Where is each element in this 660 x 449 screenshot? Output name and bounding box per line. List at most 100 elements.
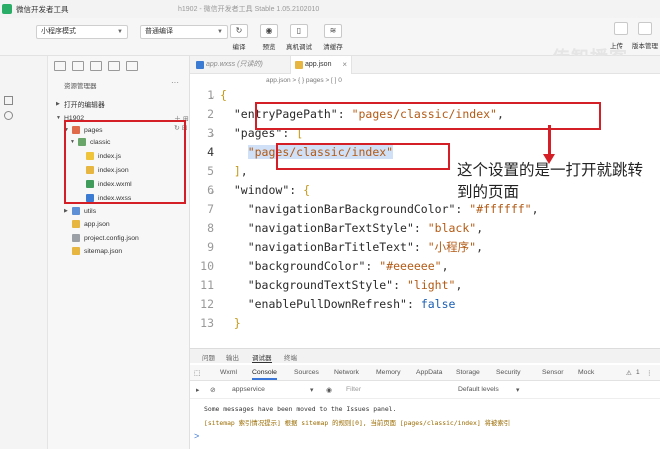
layers-icon: ≋ — [324, 24, 342, 38]
extensions-icon[interactable] — [126, 61, 138, 71]
console-message-warning: [sitemap 索引情况提示] 根据 sitemap 的规则[0], 当前页面… — [204, 419, 511, 427]
tab-sources[interactable]: Sources — [294, 369, 319, 376]
annotation-text: 这个设置的是一打开就跳转到的页面 — [457, 162, 644, 201]
chevron-down-icon: ▾ — [516, 387, 520, 394]
search-icon[interactable] — [72, 61, 84, 71]
remote-debug-label: 真机调试 — [286, 44, 312, 51]
explorer-header: 资源管理器 — [64, 83, 97, 90]
debug-panel: 问题 输出 调试器 终端 ⬚ Wxml Console Sources Netw… — [190, 348, 660, 449]
tree-item-label: app.json — [84, 220, 110, 228]
devtools-tabs: ⬚ Wxml Console Sources Network Memory Ap… — [190, 365, 660, 381]
code-line: 10 "backgroundColor": "#eeeeee", — [200, 257, 448, 276]
line-number: 12 — [200, 297, 214, 311]
levels-select[interactable]: Default levels — [458, 386, 499, 393]
upload-button[interactable]: 上传 — [610, 40, 623, 50]
sidebar-toggle-icon[interactable]: ▸ — [196, 386, 199, 394]
console-prompt[interactable]: > — [194, 431, 199, 441]
chevron-down-icon: ▼ — [217, 29, 223, 35]
code-line: 5 ], — [207, 162, 248, 181]
tab-storage[interactable]: Storage — [456, 369, 480, 376]
json-key: "backgroundColor" — [247, 259, 366, 273]
tab-terminal[interactable]: 终端 — [284, 352, 297, 362]
chevron-right-icon: ▶ — [56, 101, 60, 107]
settings-icon[interactable]: ⋮ — [646, 369, 653, 377]
explorer-icon[interactable] — [4, 96, 13, 105]
tab-mock[interactable]: Mock — [578, 369, 594, 376]
preview-button[interactable]: ◉ 预览 — [254, 24, 284, 51]
json-key: "window" — [233, 183, 290, 197]
filter-input[interactable]: Filter — [346, 386, 361, 393]
tab-wxml[interactable]: Wxml — [220, 369, 237, 376]
mode-select[interactable]: 小程序模式 ▼ — [36, 25, 128, 39]
open-editors-section[interactable]: ▶ 打开的编辑器 — [56, 98, 105, 110]
tree-item-sitemap[interactable]: sitemap.json — [72, 245, 122, 257]
code-line: 9 "navigationBarTitleText": "小程序", — [207, 238, 483, 257]
panel-tabs: 问题 输出 调试器 终端 — [190, 349, 660, 363]
tree-item-app-json[interactable]: app.json — [72, 218, 110, 230]
app-title: 微信开发者工具 — [16, 4, 69, 14]
close-icon[interactable]: × — [342, 56, 347, 74]
fold-icon[interactable]: ⌄ — [210, 124, 215, 143]
clear-cache-label: 清缓存 — [323, 44, 343, 51]
tab-appdata[interactable]: AppData — [416, 369, 442, 376]
line-number: 10 — [200, 259, 214, 273]
window-title: h1902 - 微信开发者工具 Stable 1.05.2102010 — [178, 6, 320, 13]
line-number: 4 — [207, 145, 214, 159]
folder-icon — [72, 207, 80, 215]
tab-output[interactable]: 输出 — [226, 352, 239, 362]
clear-cache-button[interactable]: ≋ 清缓存 — [318, 24, 348, 51]
json-key: "navigationBarTitleText" — [247, 240, 414, 254]
json-key: "backgroundTextStyle" — [247, 278, 394, 292]
cursor-icon[interactable]: ⬚ — [194, 369, 200, 377]
json-key: "enablePullDownRefresh" — [247, 297, 407, 311]
line-number: 5 — [207, 164, 214, 178]
editor-tabs: app.wxss (只读的) app.json × — [190, 56, 660, 74]
json-value: "light" — [406, 278, 456, 292]
tab-app-json[interactable]: app.json × — [290, 56, 352, 74]
tree-item-utils[interactable]: ▶ utils — [64, 205, 96, 217]
preview-label: 预览 — [262, 44, 276, 51]
context-select[interactable]: appservice — [232, 386, 265, 393]
refresh-icon: ↻ — [230, 24, 248, 38]
tab-memory[interactable]: Memory — [376, 369, 401, 376]
fold-icon[interactable]: ⌄ — [210, 86, 215, 105]
compile-select-value: 普通编译 — [145, 28, 173, 35]
activity-strip — [0, 56, 48, 449]
git-icon[interactable] — [90, 61, 102, 71]
chevron-down-icon: ▼ — [56, 115, 61, 121]
tab-console[interactable]: Console — [252, 369, 277, 380]
code-line: 13 } — [200, 314, 241, 333]
line-number: 8 — [207, 221, 214, 235]
version-button[interactable]: 版本管理 — [632, 40, 658, 50]
tab-debugger[interactable]: 调试器 — [252, 352, 272, 363]
compile-select[interactable]: 普通编译 ▼ — [140, 25, 228, 39]
tab-problems[interactable]: 问题 — [202, 352, 215, 362]
json-value: "#ffffff" — [469, 202, 532, 216]
tree-item-label: sitemap.json — [84, 247, 123, 255]
more-icon[interactable]: ··· — [171, 78, 179, 87]
tab-app-wxss[interactable]: app.wxss (只读的) — [192, 56, 274, 74]
file-explorer: 资源管理器 ··· ▶ 打开的编辑器 ▼ H1902 ＋ ⊞ ↻ ⊟ ▼ pag… — [48, 56, 190, 449]
tab-security[interactable]: Security — [496, 369, 521, 376]
chevron-down-icon: ▾ — [310, 387, 314, 394]
json-value: "#eeeeee" — [379, 259, 442, 273]
line-number: 11 — [200, 278, 214, 292]
version-icon — [638, 22, 652, 35]
fold-icon[interactable]: ⌄ — [210, 181, 215, 200]
warning-count: 1 — [636, 369, 640, 376]
tree-item-label: project.config.json — [84, 234, 139, 242]
json-value: "小程序" — [427, 240, 477, 254]
search-icon[interactable] — [4, 111, 13, 120]
clear-console-icon[interactable]: ⊘ — [210, 386, 216, 394]
tree-item-project-config[interactable]: project.config.json — [72, 232, 139, 244]
remote-debug-button[interactable]: ▯ 真机调试 — [284, 24, 314, 51]
compile-button[interactable]: ↻ 编译 — [224, 24, 254, 51]
code-line: 6 ⌄ "window": { — [207, 181, 310, 200]
tab-label: app.wxss (只读的) — [206, 61, 263, 68]
files-icon[interactable] — [54, 61, 66, 71]
debug-icon[interactable] — [108, 61, 120, 71]
tab-sensor[interactable]: Sensor — [542, 369, 564, 376]
eye-icon[interactable]: ◉ — [326, 386, 332, 394]
explorer-toolbar — [48, 58, 190, 74]
tab-network[interactable]: Network — [334, 369, 359, 376]
